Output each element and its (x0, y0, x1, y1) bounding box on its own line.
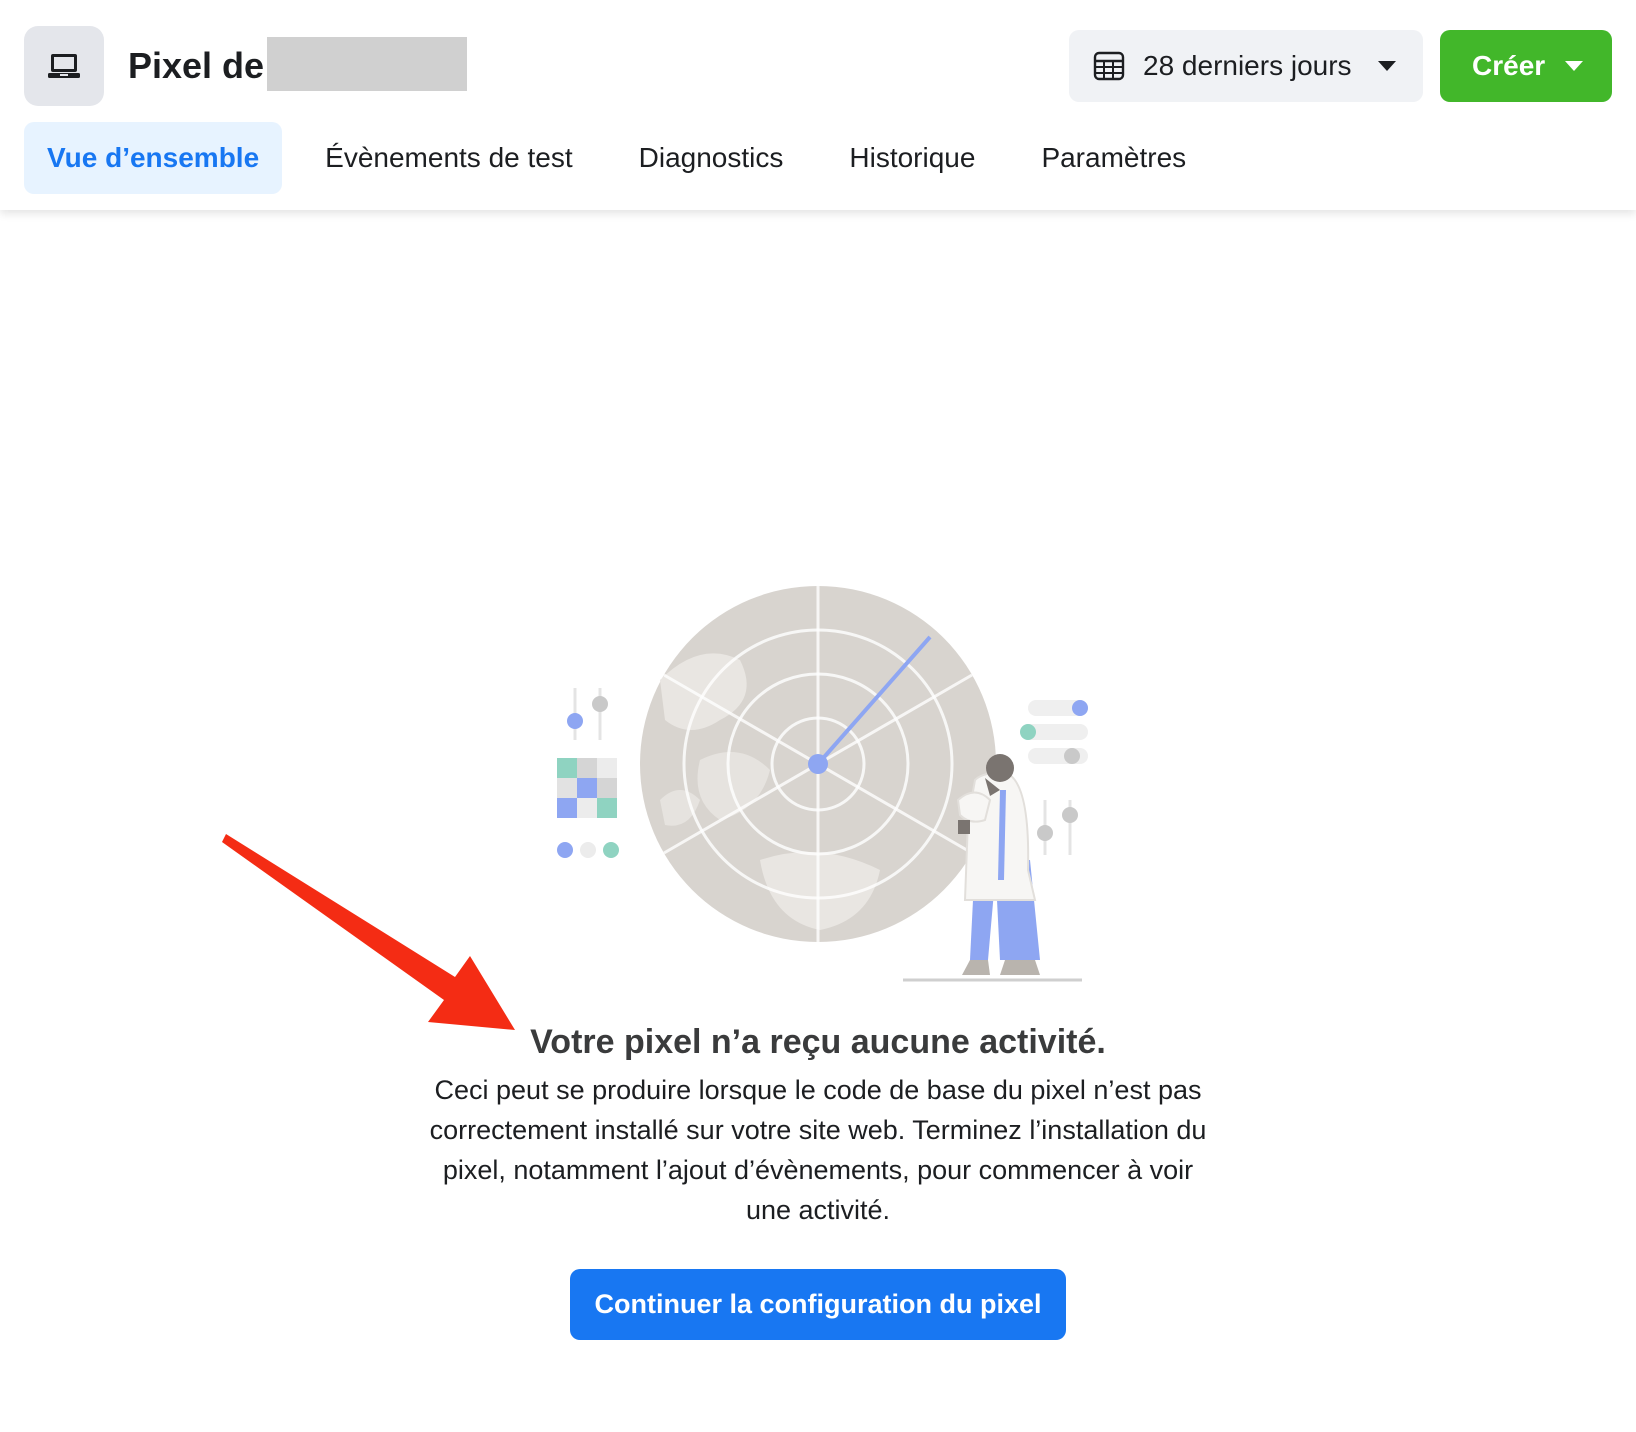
tab-bar: Vue d’ensemble Évènements de test Diagno… (24, 122, 1229, 194)
date-range-label: 28 derniers jours (1143, 50, 1352, 81)
radar-scientist-illustration (557, 586, 1088, 982)
continue-pixel-setup-button[interactable]: Continuer la configuration du pixel (570, 1269, 1066, 1340)
laptop-icon (48, 54, 80, 78)
tab-settings[interactable]: Paramètres (1018, 122, 1209, 194)
chevron-down-icon (1377, 59, 1397, 73)
create-button[interactable]: Créer (1440, 30, 1612, 102)
page-title: Pixel de (128, 45, 265, 86)
redacted-name (267, 37, 467, 91)
tab-diagnostics[interactable]: Diagnostics (616, 122, 807, 194)
page-header: Pixel de 28 derniers jours Créer Vue d’e… (0, 0, 1636, 210)
tab-test-events[interactable]: Évènements de test (302, 122, 595, 194)
empty-state-description: Ceci peut se produire lorsque le code de… (429, 1075, 1207, 1225)
create-button-label: Créer (1472, 50, 1546, 81)
date-range-selector[interactable]: 28 derniers jours (1069, 30, 1423, 102)
calendar-icon (1093, 50, 1125, 82)
tab-history[interactable]: Historique (826, 122, 998, 194)
tab-overview[interactable]: Vue d’ensemble (24, 122, 283, 194)
empty-state-title: Votre pixel n’a reçu aucune activité. (530, 1023, 1106, 1061)
chevron-down-icon (1564, 59, 1584, 73)
pixel-app-icon (24, 26, 104, 106)
